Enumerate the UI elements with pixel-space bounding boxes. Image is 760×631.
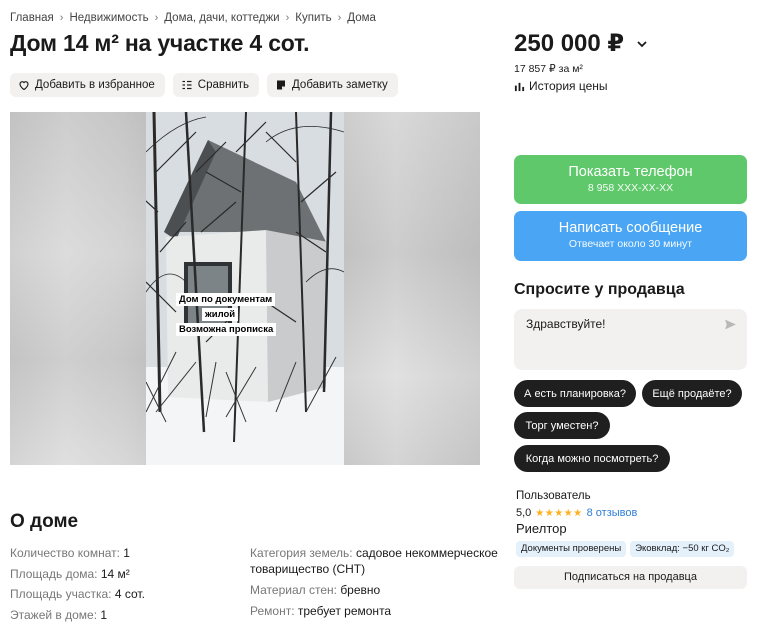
photo-caption-line1: Дом по документам xyxy=(176,293,276,306)
chevron-right-icon: › xyxy=(337,12,342,24)
quick-question-chip[interactable]: Торг уместен? xyxy=(514,412,610,439)
chart-icon xyxy=(514,82,525,91)
chevron-right-icon: › xyxy=(285,12,290,24)
breadcrumb-item-houses[interactable]: Дома, дачи, коттеджи xyxy=(164,12,279,24)
send-icon[interactable] xyxy=(724,318,737,331)
add-to-favorites-label: Добавить в избранное xyxy=(35,79,155,91)
seller-type: Риелтор xyxy=(516,521,567,536)
breadcrumb-item-realty[interactable]: Недвижимость xyxy=(69,12,148,24)
ask-seller-input[interactable]: Здравствуйте! xyxy=(514,309,747,370)
phone-masked: 8 958 XXX-XX-XX xyxy=(587,182,674,194)
price-per-m2: 17 857 ₽ за м² xyxy=(514,63,583,75)
ask-seller-title: Спросите у продавца xyxy=(514,281,685,298)
status-badge: Документы проверены xyxy=(516,541,627,557)
price-value: 250 000 ₽ xyxy=(514,30,625,57)
compare-label: Сравнить xyxy=(197,79,250,91)
star-icon: ★★★★★ xyxy=(535,507,583,519)
param-label: Количество комнат: xyxy=(10,546,120,560)
param-value: 1 xyxy=(100,607,108,622)
param-label: Ремонт: xyxy=(250,603,295,618)
param-label: Этажей в доме: xyxy=(10,607,98,622)
show-phone-label: Показать телефон xyxy=(568,164,693,180)
photo-gallery[interactable]: Дом по документам жилой Возможна прописк… xyxy=(10,112,480,465)
rating-value: 5,0 xyxy=(516,507,532,519)
house-params-left: Количество комнат: 1 Площадь дома: 14 м²… xyxy=(10,543,145,625)
param-row: Площадь дома: 14 м² xyxy=(10,564,145,585)
response-time: Отвечает около 30 минут xyxy=(568,238,693,250)
param-row: Количество комнат: 1 xyxy=(10,543,145,564)
param-value: 14 м² xyxy=(100,566,130,581)
blurred-background-right xyxy=(344,112,480,465)
param-label: Площадь участка: xyxy=(10,587,112,601)
chevron-right-icon: › xyxy=(59,12,64,24)
quick-question-chip[interactable]: Когда можно посмотреть? xyxy=(514,445,670,472)
about-section-title: О доме xyxy=(10,511,79,532)
ask-seller-text: Здравствуйте! xyxy=(526,317,606,331)
photo-caption-line2: жилой xyxy=(202,308,239,321)
breadcrumb-item-buy[interactable]: Купить xyxy=(295,12,331,24)
param-row: Площадь участка: 4 сот. xyxy=(10,584,145,605)
photo-caption-line3: Возможна прописка xyxy=(176,323,277,336)
house-photo[interactable] xyxy=(146,112,344,465)
reviews-link[interactable]: 8 отзывов xyxy=(587,507,638,519)
listing-actions: Добавить в избранное Сравнить Добавить з… xyxy=(10,73,398,97)
seller-badges: Документы проверены Эковклад: −50 кг CO₂ xyxy=(516,541,735,557)
house-photo-image xyxy=(146,112,344,465)
status-badge: Эковклад: −50 кг CO₂ xyxy=(630,541,735,557)
param-row: Этажей в доме: 1 xyxy=(10,605,145,626)
param-row: Категория земель: садовое некоммерческое… xyxy=(250,543,500,580)
write-message-button[interactable]: Написать сообщение Отвечает около 30 мин… xyxy=(514,211,747,261)
note-icon xyxy=(277,80,286,90)
price-history-link[interactable]: История цены xyxy=(514,79,608,93)
price[interactable]: 250 000 ₽ xyxy=(514,29,648,58)
param-label: Категория земель: xyxy=(250,546,353,560)
quick-question-chip[interactable]: Ещё продаёте? xyxy=(642,380,742,407)
param-value: требует ремонта xyxy=(297,603,392,618)
quick-question-chip[interactable]: А есть планировка? xyxy=(514,380,636,407)
seller-name[interactable]: Пользователь xyxy=(516,490,591,502)
param-label: Площадь дома: xyxy=(10,566,98,581)
add-to-favorites-button[interactable]: Добавить в избранное xyxy=(10,73,165,97)
compare-icon xyxy=(182,80,192,90)
heart-icon xyxy=(19,81,29,91)
param-value: 1 xyxy=(123,546,130,560)
page-title: Дом 14 м² на участке 4 сот. xyxy=(10,30,310,56)
add-note-label: Добавить заметку xyxy=(292,79,388,91)
chevron-right-icon: › xyxy=(154,12,159,24)
chevron-down-icon xyxy=(637,40,647,47)
photo-caption: Дом по документам жилой Возможна прописк… xyxy=(176,293,277,336)
param-row: Материал стен: бревно xyxy=(250,580,500,601)
price-history-label: История цены xyxy=(529,79,608,93)
param-label: Материал стен: xyxy=(250,583,337,597)
seller-rating: 5,0 ★★★★★ 8 отзывов xyxy=(516,507,637,519)
param-value: 4 сот. xyxy=(114,587,145,601)
compare-button[interactable]: Сравнить xyxy=(172,73,260,97)
blurred-background-left xyxy=(10,112,146,465)
param-row: Ремонт: требует ремонта xyxy=(250,601,500,622)
add-note-button[interactable]: Добавить заметку xyxy=(267,73,398,97)
breadcrumb-item-home[interactable]: Главная xyxy=(10,12,54,24)
write-message-label: Написать сообщение xyxy=(558,220,703,236)
breadcrumb: Главная › Недвижимость › Дома, дачи, кот… xyxy=(10,12,376,24)
show-phone-button[interactable]: Показать телефон 8 958 XXX-XX-XX xyxy=(514,155,747,204)
breadcrumb-item-homes[interactable]: Дома xyxy=(347,12,376,24)
param-value: бревно xyxy=(340,583,381,597)
house-params-right: Категория земель: садовое некоммерческое… xyxy=(250,543,500,621)
subscribe-seller-button[interactable]: Подписаться на продавца xyxy=(514,566,747,589)
